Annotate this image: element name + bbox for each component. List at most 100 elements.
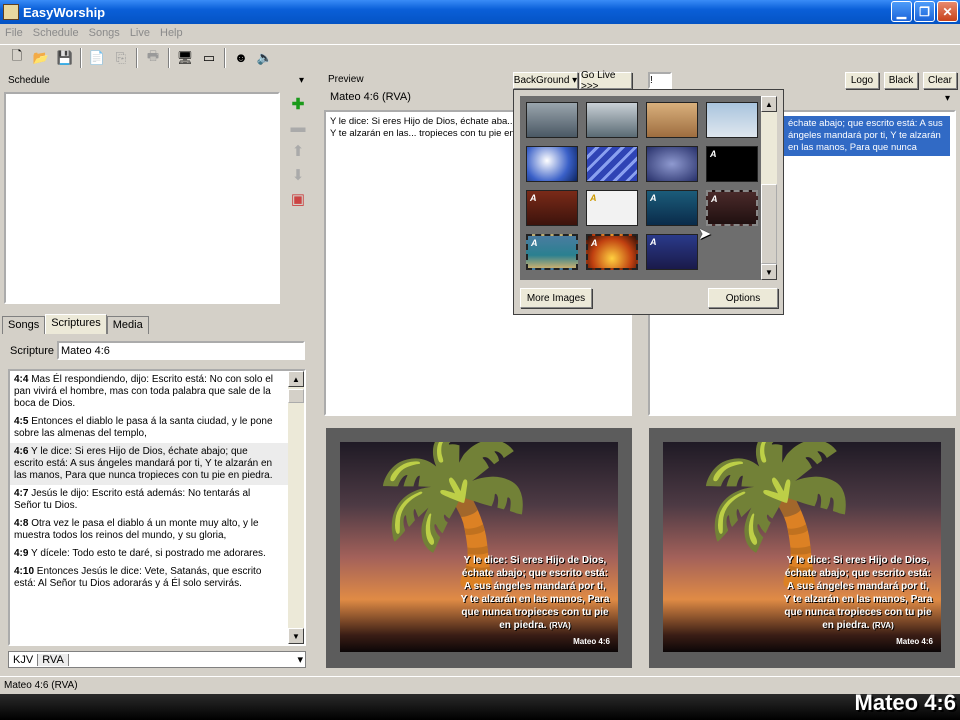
background-scrollbar[interactable]: ▲ ▼ (761, 96, 777, 280)
copy-icon[interactable]: ⎘ (112, 49, 130, 67)
version-dropdown-icon[interactable]: ▾ (297, 653, 303, 666)
scroll-down-icon[interactable]: ▼ (761, 264, 777, 280)
thumb-night[interactable]: A (646, 234, 698, 270)
close-button[interactable]: ✕ (937, 1, 958, 22)
thumb-storm[interactable] (526, 102, 578, 138)
menu-songs[interactable]: Songs (84, 27, 125, 39)
library-tabs: Songs Scriptures Media (2, 314, 149, 334)
thumb-red[interactable]: A (526, 190, 578, 226)
thumb-light[interactable] (526, 146, 578, 182)
motion-a-icon: A (590, 193, 597, 203)
overlay-title: Mateo 4:6 (854, 690, 956, 715)
live-dropdown-icon[interactable]: ▾ (945, 93, 950, 104)
add-icon[interactable]: ✚ (292, 95, 305, 113)
scripture-label: Scripture (10, 345, 55, 357)
open-folder-icon[interactable]: 📂 (32, 49, 50, 67)
status-text: Mateo 4:6 (RVA) (4, 680, 78, 691)
logo-button[interactable]: Logo (845, 72, 879, 89)
version-tabs: KJV RVA ▾ (8, 651, 306, 668)
verse-ref: 4:10 (14, 566, 35, 577)
background-label: BackGround (513, 75, 570, 86)
thumb-swirl[interactable] (646, 146, 698, 182)
document-icon[interactable]: 📄 (88, 49, 106, 67)
monitor-icon[interactable]: 🖥 (176, 49, 194, 67)
motion-a-icon: A (530, 193, 537, 203)
verse-text: Mas Él respondiendo, dijo: Escrito está:… (14, 374, 274, 409)
restore-button[interactable]: ❐ (914, 1, 935, 22)
scroll-up-icon[interactable]: ▲ (761, 96, 777, 112)
bottom-strip (0, 694, 960, 720)
list-item[interactable]: 4:5 Entonces el diablo le pasa á la sant… (10, 413, 292, 443)
thumb-white[interactable]: A (586, 190, 638, 226)
thumb-rays[interactable] (586, 146, 638, 182)
schedule-label: Schedule (8, 74, 50, 86)
schedule-list[interactable] (4, 92, 280, 304)
move-down-icon[interactable]: ⬇ (292, 166, 305, 184)
black-button[interactable]: Black (884, 72, 918, 89)
speaker-icon[interactable]: 🔈 (256, 49, 274, 67)
person-icon[interactable]: ☻ (232, 49, 250, 67)
live-input[interactable] (648, 72, 672, 89)
verse-scrollbar[interactable]: ▲ ▼ (288, 371, 304, 644)
list-item-selected[interactable]: 4:6 Y le dice: Si eres Hijo de Dios, éch… (10, 443, 292, 485)
background-button[interactable]: BackGround ▾ (513, 72, 578, 89)
screen-verse: Y le dice: Si eres Hijo de Dios, échate … (783, 555, 933, 631)
thumb-film-dark[interactable]: A (706, 190, 758, 226)
menu-live[interactable]: Live (125, 27, 155, 39)
print-icon[interactable]: 🖶 (144, 48, 162, 67)
list-item[interactable]: 4:4 Mas Él respondiendo, dijo: Escrito e… (10, 371, 292, 413)
title-bar: EasyWorship ▁ ❐ ✕ (0, 0, 960, 24)
thumb-clouds[interactable] (706, 102, 758, 138)
scroll-thumb[interactable] (288, 389, 304, 403)
live-monitor: 🌴 Y le dice: Si eres Hijo de Dios, échat… (649, 428, 955, 668)
list-item[interactable]: 4:7 Jesús le dijo: Escrito está además: … (10, 485, 292, 515)
menu-file[interactable]: File (0, 27, 28, 39)
schedule-image-icon[interactable]: ▣ (291, 190, 305, 208)
verse-text: Y le dice: Si eres Hijo de Dios, échate … (14, 446, 273, 481)
remove-icon[interactable]: ▬ (291, 119, 306, 136)
more-images-button[interactable]: More Images (520, 288, 592, 308)
verse-ref: 4:5 (14, 416, 29, 427)
thumb-ocean[interactable]: A (646, 190, 698, 226)
screen-version: (RVA) (872, 621, 894, 630)
clear-button[interactable]: Clear (923, 72, 957, 89)
thumb-mist[interactable] (586, 102, 638, 138)
mouse-cursor-icon: ➤ (698, 226, 712, 243)
list-item[interactable]: 4:8 Otra vez le pasa el diablo á un mont… (10, 515, 292, 545)
version-kjv[interactable]: KJV (9, 653, 39, 666)
preview-screen-ref: Mateo 4:6 (573, 637, 610, 646)
verse-list[interactable]: 4:4 Mas Él respondiendo, dijo: Escrito e… (8, 369, 306, 646)
scroll-down-icon[interactable]: ▼ (288, 628, 304, 644)
save-icon[interactable]: 💾 (56, 49, 74, 67)
tab-songs[interactable]: Songs (2, 316, 46, 334)
preview-screen-text: Y le dice: Si eres Hijo de Dios, échate … (460, 554, 610, 632)
go-live-button[interactable]: Go Live >>> (580, 70, 632, 92)
menu-help[interactable]: Help (155, 27, 188, 39)
background-thumbs: A A A A A A A A (520, 96, 764, 280)
verse-text: Otra vez le pasa el diablo á un monte mu… (14, 518, 259, 541)
tab-media[interactable]: Media (106, 316, 149, 334)
schedule-menu-arrow-icon[interactable]: ▾ (299, 75, 304, 86)
screen-icon[interactable]: ▭ (200, 49, 218, 67)
live-selected-text: échate abajo; que escrito está: A sus án… (784, 116, 950, 156)
minimize-button[interactable]: ▁ (891, 1, 912, 22)
scripture-input[interactable] (57, 341, 305, 360)
move-up-icon[interactable]: ⬆ (292, 142, 305, 160)
thumb-desert[interactable] (646, 102, 698, 138)
motion-a-icon: A (710, 149, 717, 159)
list-item[interactable]: 4:9 Y dícele: Todo esto te daré, si post… (10, 545, 292, 563)
thumb-film-fire[interactable]: A (586, 234, 638, 270)
verse-ref: 4:4 (14, 374, 29, 385)
verse-ref: 4:8 (14, 518, 29, 529)
tab-scriptures[interactable]: Scriptures (45, 314, 107, 334)
menu-schedule[interactable]: Schedule (28, 27, 84, 39)
options-button[interactable]: Options (708, 288, 778, 308)
scroll-up-icon[interactable]: ▲ (288, 371, 304, 387)
list-item[interactable]: 4:10 Entonces Jesús le dice: Vete, Satan… (10, 563, 292, 593)
thumb-black[interactable]: A (706, 146, 758, 182)
motion-a-icon: A (711, 194, 718, 204)
thumb-film-coast[interactable]: A (526, 234, 578, 270)
scroll-thumb[interactable] (761, 184, 777, 264)
version-rva[interactable]: RVA (38, 653, 69, 666)
new-file-icon[interactable]: 🗋 (8, 48, 26, 67)
